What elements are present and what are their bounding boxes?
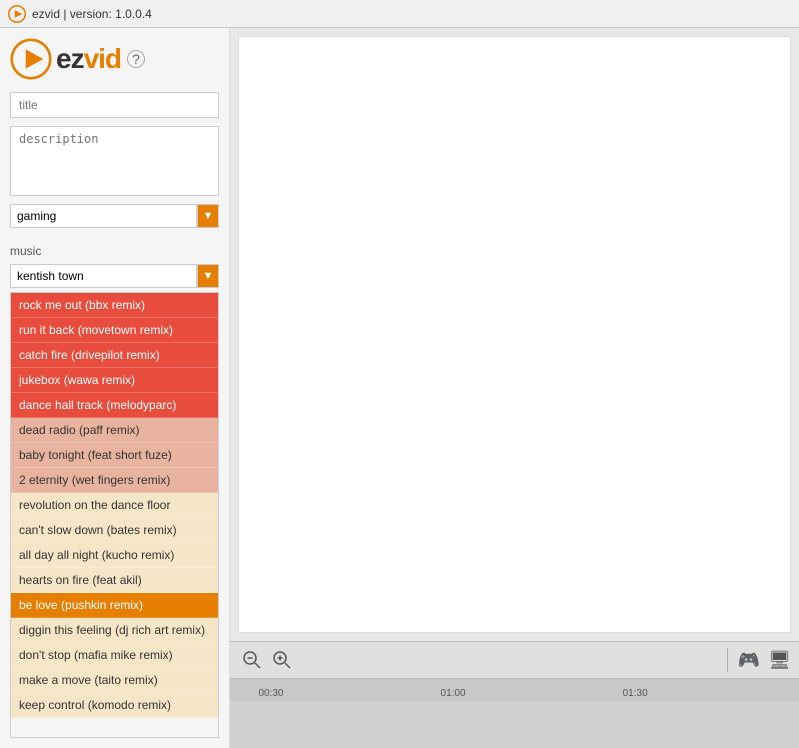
logo-play-icon xyxy=(10,38,52,80)
music-search-dropdown-button[interactable]: ▼ xyxy=(197,264,219,288)
timeline-area: 00:30 01:00 01:30 xyxy=(230,678,799,748)
music-search-input[interactable] xyxy=(10,264,197,288)
music-list-item[interactable]: be love (pushkin remix) xyxy=(11,593,218,618)
music-list-item[interactable]: catch fire (drivepilot remix) xyxy=(11,343,218,368)
music-list-wrapper: rock me out (bbx remix)run it back (move… xyxy=(10,292,219,738)
music-list-item[interactable]: jukebox (wawa remix) xyxy=(11,368,218,393)
music-list-item[interactable]: 2 eternity (wet fingers remix) xyxy=(11,468,218,493)
music-list-item[interactable]: dance hall track (melodyparc) xyxy=(11,393,218,418)
music-label: music xyxy=(10,244,219,258)
right-panel: 🎮 🖥 00:30 01:00 01:30 xyxy=(230,28,799,748)
zoom-out-button[interactable] xyxy=(238,646,266,674)
music-list-item[interactable]: make a move (taito remix) xyxy=(11,668,218,693)
music-search-wrapper: ▼ xyxy=(10,264,219,288)
monitor-icon[interactable]: 🖥 xyxy=(768,650,791,671)
logo-text: ezvid xyxy=(56,43,121,75)
timeline-ruler: 00:30 01:00 01:30 xyxy=(230,679,799,701)
music-list-item[interactable]: dead radio (paff remix) xyxy=(11,418,218,443)
left-panel: ezvid ? gaming education entertainment m… xyxy=(0,28,230,748)
time-mark-0100: 01:00 xyxy=(441,688,466,699)
category-arrow[interactable]: ▼ xyxy=(197,204,219,228)
music-list-item[interactable]: run it back (movetown remix) xyxy=(11,318,218,343)
logo-ez: ez xyxy=(56,43,84,74)
preview-area xyxy=(238,36,791,633)
zoom-out-icon xyxy=(242,650,262,670)
music-list-item[interactable]: don't stop (mafia mike remix) xyxy=(11,643,218,668)
music-list-item[interactable]: hearts on fire (feat akil) xyxy=(11,568,218,593)
music-list-item[interactable]: revolution on the dance floor xyxy=(11,493,218,518)
zoom-in-button[interactable] xyxy=(268,646,296,674)
music-list-item[interactable]: all day all night (kucho remix) xyxy=(11,543,218,568)
music-list-item[interactable]: baby tonight (feat short fuze) xyxy=(11,443,218,468)
music-list-item[interactable]: diggin this feeling (dj rich art remix) xyxy=(11,618,218,643)
zoom-in-icon xyxy=(272,650,292,670)
titlebar: ezvid | version: 1.0.0.4 xyxy=(0,0,799,28)
play-icon xyxy=(8,5,26,23)
timeline-toolbar: 🎮 🖥 xyxy=(230,641,799,678)
music-list: rock me out (bbx remix)run it back (move… xyxy=(10,292,219,738)
titlebar-text: ezvid | version: 1.0.0.4 xyxy=(32,7,152,21)
category-wrapper: gaming education entertainment music ▼ xyxy=(10,204,219,228)
help-icon[interactable]: ? xyxy=(127,50,145,68)
title-input[interactable] xyxy=(10,92,219,118)
logo-area: ezvid ? xyxy=(10,38,219,80)
music-list-item[interactable]: rock me out (bbx remix) xyxy=(11,293,218,318)
time-mark-0030: 00:30 xyxy=(258,688,283,699)
main-layout: ezvid ? gaming education entertainment m… xyxy=(0,28,799,748)
timeline-track xyxy=(230,701,799,748)
time-mark-0130: 01:30 xyxy=(623,688,648,699)
music-list-item[interactable]: can't slow down (bates remix) xyxy=(11,518,218,543)
music-list-item[interactable]: keep control (komodo remix) xyxy=(11,693,218,718)
timeline-divider xyxy=(727,648,728,672)
gamepad-icon[interactable]: 🎮 xyxy=(738,650,760,671)
category-select[interactable]: gaming education entertainment music xyxy=(10,204,197,228)
logo-vid: vid xyxy=(84,43,121,74)
description-input[interactable] xyxy=(10,126,219,196)
